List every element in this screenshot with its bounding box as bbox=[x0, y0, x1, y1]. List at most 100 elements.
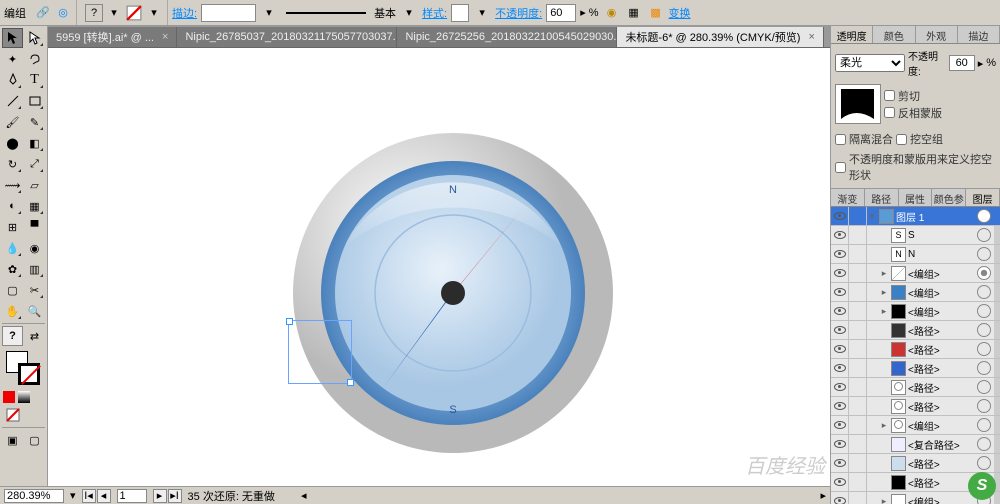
layer-row[interactable]: ▸<编组> bbox=[831, 264, 1000, 283]
layer-row[interactable]: ▸<编组> bbox=[831, 283, 1000, 302]
lock-toggle[interactable] bbox=[849, 473, 867, 491]
isolate-blending-checkbox[interactable]: 隔离混合 bbox=[835, 131, 893, 147]
magic-wand-tool[interactable]: ✦ bbox=[2, 49, 23, 69]
clip-checkbox[interactable]: 剪切 bbox=[884, 88, 942, 104]
style-link[interactable]: 样式: bbox=[422, 5, 447, 21]
perspective-tool[interactable]: ▦ bbox=[24, 196, 45, 216]
target-icon[interactable] bbox=[977, 304, 991, 318]
artboard-tool[interactable]: ▢ bbox=[2, 280, 23, 300]
zoom-tool[interactable]: 🔍 bbox=[24, 301, 45, 321]
lock-toggle[interactable] bbox=[849, 245, 867, 263]
pen-tool[interactable] bbox=[2, 70, 23, 90]
gradient-tool[interactable]: ▀ bbox=[24, 217, 45, 237]
tab-color-guide[interactable]: 颜色参 bbox=[932, 189, 966, 206]
disclosure-triangle[interactable]: ▸ bbox=[879, 287, 889, 298]
target-icon[interactable] bbox=[977, 209, 991, 223]
dropdown-icon[interactable]: ▾ bbox=[260, 4, 278, 22]
dropdown-icon[interactable]: ▾ bbox=[400, 4, 418, 22]
opacity-arrow[interactable]: ▸ bbox=[978, 57, 984, 70]
rectangle-tool[interactable] bbox=[24, 91, 45, 111]
layer-row[interactable]: <路径> bbox=[831, 454, 1000, 473]
tab-transparency[interactable]: 透明度 bbox=[831, 26, 873, 43]
transform-icon[interactable]: ▩ bbox=[647, 4, 665, 22]
layer-row[interactable]: ▸<编组> bbox=[831, 416, 1000, 435]
opacity-mask-preview[interactable] bbox=[835, 84, 881, 124]
screen-mode-normal[interactable]: ▣ bbox=[2, 430, 23, 450]
layer-row[interactable]: <路径> bbox=[831, 359, 1000, 378]
selection-tool[interactable] bbox=[2, 28, 23, 48]
target-icon[interactable] bbox=[977, 437, 991, 451]
invert-mask-checkbox[interactable]: 反相蒙版 bbox=[884, 105, 942, 121]
visibility-toggle[interactable] bbox=[831, 397, 849, 415]
layer-name[interactable]: <编组> bbox=[908, 494, 974, 504]
canvas[interactable]: N S bbox=[48, 48, 830, 486]
pencil-tool[interactable]: ✎ bbox=[24, 112, 45, 132]
visibility-toggle[interactable] bbox=[831, 226, 849, 244]
lock-toggle[interactable] bbox=[849, 435, 867, 453]
layer-name[interactable]: <路径> bbox=[908, 342, 974, 357]
stroke-swatch[interactable] bbox=[18, 363, 40, 385]
opacity-link[interactable]: 不透明度: bbox=[495, 5, 542, 21]
disclosure-triangle[interactable]: ▸ bbox=[879, 496, 889, 504]
panel-opacity-input[interactable] bbox=[949, 55, 975, 71]
layer-row[interactable]: ▾ 图层 1 bbox=[831, 207, 1000, 226]
visibility-toggle[interactable] bbox=[831, 283, 849, 301]
link-icon[interactable]: 🔗 bbox=[34, 4, 52, 22]
visibility-toggle[interactable] bbox=[831, 207, 849, 225]
target-icon[interactable] bbox=[977, 456, 991, 470]
free-transform-tool[interactable]: ▱ bbox=[24, 175, 45, 195]
paintbrush-tool[interactable]: 🖌 bbox=[2, 112, 23, 132]
visibility-toggle[interactable] bbox=[831, 435, 849, 453]
lock-toggle[interactable] bbox=[849, 359, 867, 377]
scale-tool[interactable]: ⤢ bbox=[24, 154, 45, 174]
lock-toggle[interactable] bbox=[849, 340, 867, 358]
lock-toggle[interactable] bbox=[849, 492, 867, 504]
direct-selection-tool[interactable] bbox=[24, 28, 45, 48]
target-icon[interactable] bbox=[977, 323, 991, 337]
layer-name[interactable]: N bbox=[908, 249, 974, 260]
stroke-weight-input[interactable] bbox=[201, 4, 256, 22]
slice-tool[interactable]: ✂ bbox=[24, 280, 45, 300]
none-mode-icon[interactable] bbox=[2, 405, 23, 425]
visibility-toggle[interactable] bbox=[831, 359, 849, 377]
tab-layers[interactable]: 图层 bbox=[966, 189, 1000, 206]
lock-toggle[interactable] bbox=[849, 454, 867, 472]
symbol-sprayer-tool[interactable]: ✿ bbox=[2, 259, 23, 279]
blend-mode-select[interactable]: 柔光 bbox=[835, 54, 905, 72]
visibility-toggle[interactable] bbox=[831, 473, 849, 491]
width-tool[interactable]: ⟿ bbox=[2, 175, 23, 195]
opacity-input[interactable] bbox=[546, 4, 576, 22]
layers-list[interactable]: ▾图层 1SSNN▸<编组>▸<编组>▸<编组><路径><路径><路径><路径>… bbox=[831, 207, 1000, 504]
dropdown-icon[interactable]: ▾ bbox=[105, 4, 123, 22]
layer-name[interactable]: <路径> bbox=[908, 361, 974, 376]
layer-row[interactable]: <路径> bbox=[831, 378, 1000, 397]
lasso-tool[interactable] bbox=[24, 49, 45, 69]
disclosure-triangle[interactable]: ▸ bbox=[879, 420, 889, 431]
layer-row[interactable]: <路径> bbox=[831, 340, 1000, 359]
disclosure-triangle[interactable]: ▾ bbox=[867, 211, 877, 222]
lock-toggle[interactable] bbox=[849, 321, 867, 339]
layer-name[interactable]: 图层 1 bbox=[896, 209, 974, 224]
target-icon[interactable] bbox=[977, 285, 991, 299]
rotate-tool[interactable]: ↻ bbox=[2, 154, 23, 174]
prev-artboard-button[interactable]: ◂ bbox=[97, 489, 111, 503]
align-icon[interactable]: ▦ bbox=[625, 4, 643, 22]
status-scroll-right[interactable]: ▸ bbox=[820, 489, 826, 502]
visibility-toggle[interactable] bbox=[831, 321, 849, 339]
tab-pathfinder[interactable]: 路径 bbox=[865, 189, 899, 206]
tab-stroke[interactable]: 描边 bbox=[958, 26, 1000, 43]
tab-doc-4[interactable]: 未标题-6* @ 280.39% (CMYK/预览)× bbox=[617, 27, 823, 47]
target-icon[interactable]: ◎ bbox=[54, 4, 72, 22]
layer-row[interactable]: NN bbox=[831, 245, 1000, 264]
target-icon[interactable] bbox=[977, 342, 991, 356]
layer-name[interactable]: <路径> bbox=[908, 456, 974, 471]
tab-attributes[interactable]: 属性 bbox=[899, 189, 933, 206]
visibility-toggle[interactable] bbox=[831, 264, 849, 282]
target-icon[interactable] bbox=[977, 399, 991, 413]
fill-stroke-swatches[interactable] bbox=[2, 349, 45, 389]
hand-tool[interactable]: ✋ bbox=[2, 301, 23, 321]
lock-toggle[interactable] bbox=[849, 283, 867, 301]
tab-doc-1[interactable]: 5959 [转换].ai* @ ...× bbox=[48, 27, 177, 47]
help-icon[interactable]: ? bbox=[85, 4, 103, 22]
disclosure-triangle[interactable]: ▸ bbox=[879, 306, 889, 317]
